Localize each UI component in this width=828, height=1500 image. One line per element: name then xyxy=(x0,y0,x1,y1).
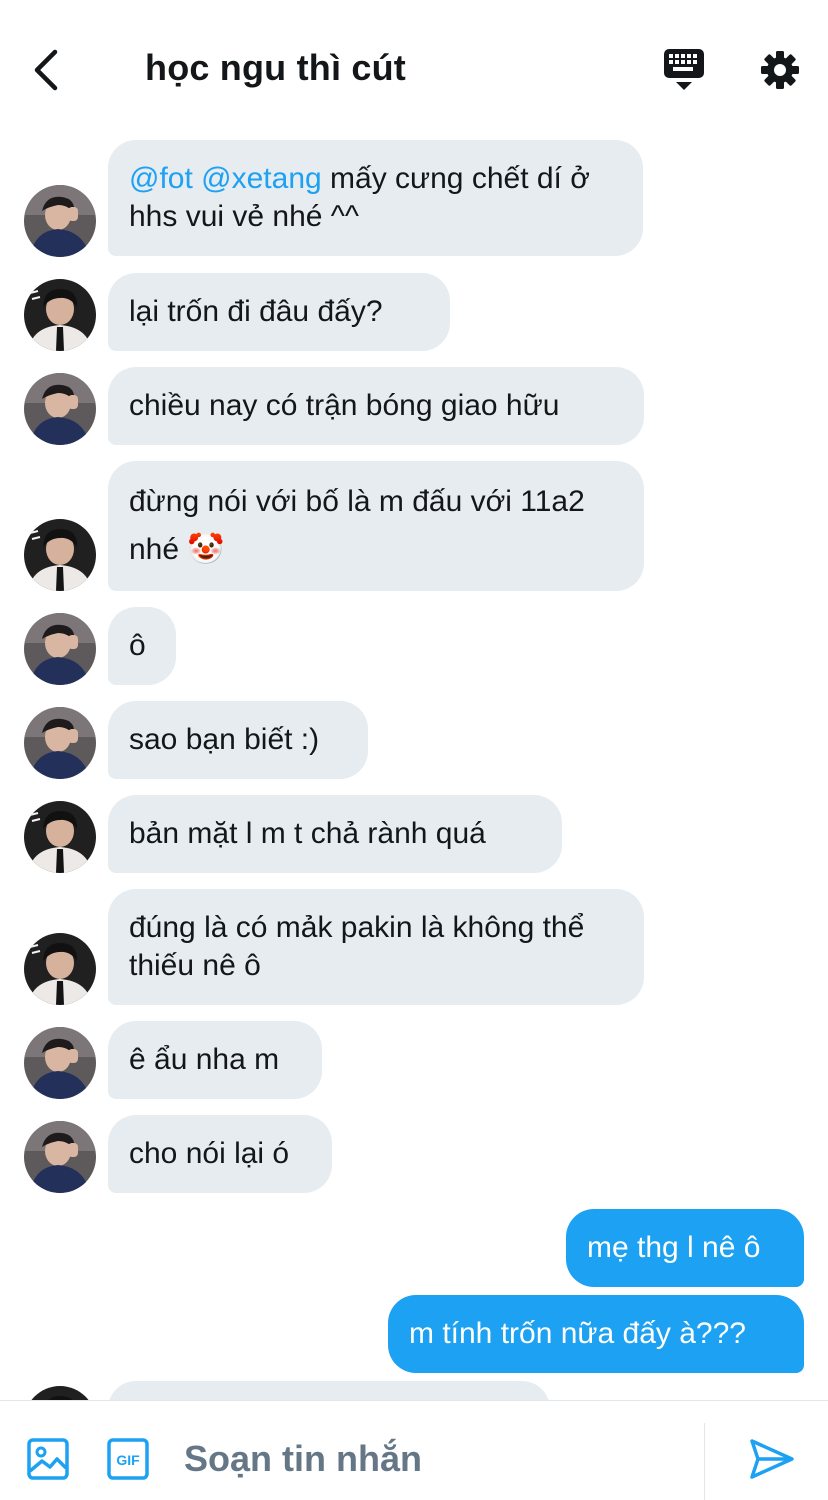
send-button[interactable] xyxy=(748,1437,796,1481)
message-bubble-outgoing[interactable]: m tính trốn nữa đấy à??? xyxy=(388,1295,804,1373)
message-bubble-incoming[interactable]: đừng nói với bố là m đấu với 11a2 nhé 🤡 xyxy=(108,461,644,591)
avatar[interactable] xyxy=(24,1121,96,1193)
settings-button[interactable] xyxy=(756,46,804,94)
conversation-title[interactable]: học ngu thì cút xyxy=(145,47,406,89)
divider xyxy=(704,1423,705,1500)
back-button[interactable] xyxy=(24,46,68,94)
message-bubble-incoming[interactable]: ê ẩu nha m xyxy=(108,1021,322,1099)
chevron-left-icon xyxy=(34,49,58,91)
send-icon xyxy=(750,1439,794,1479)
message-bubble-incoming[interactable]: bản mặt l m t chả rành quá xyxy=(108,795,562,873)
avatar[interactable] xyxy=(24,519,96,591)
mention-link[interactable]: @xetang xyxy=(201,162,322,195)
message-bubble-incoming[interactable]: @fot @xetang mấy cưng chết dí ở hhs vui … xyxy=(108,140,643,256)
message-text: mẹ thg l nê ô xyxy=(587,1231,761,1264)
mention-link[interactable]: @fot xyxy=(129,162,193,195)
keyboard-button[interactable] xyxy=(660,48,708,94)
gear-icon xyxy=(761,51,799,89)
message-bubble-incoming[interactable] xyxy=(108,1381,550,1400)
avatar[interactable] xyxy=(24,613,96,685)
message-thread[interactable]: @fot @xetang mấy cưng chết dí ở hhs vui … xyxy=(0,130,828,1400)
message-text: chiều nay có trận bóng giao hữu xyxy=(129,389,560,422)
message-text: bản mặt l m t chả rành quá xyxy=(129,817,486,850)
message-text: đừng nói với bố là m đấu với 11a2 nhé 🤡 xyxy=(129,485,585,566)
message-bubble-incoming[interactable]: cho nói lại ó xyxy=(108,1115,332,1193)
message-bubble-outgoing[interactable]: mẹ thg l nê ô xyxy=(566,1209,804,1287)
keyboard-icon xyxy=(664,49,704,90)
image-icon xyxy=(27,1438,69,1480)
message-text: lại trốn đi đâu đấy? xyxy=(129,295,383,328)
message-text: ô xyxy=(129,629,146,662)
message-text: cho nói lại ó xyxy=(129,1137,290,1170)
compose-bar: GIF xyxy=(0,1400,828,1500)
message-text: đúng là có mảk pakin là không thể thiếu … xyxy=(129,911,585,982)
avatar[interactable] xyxy=(24,1027,96,1099)
avatar[interactable] xyxy=(24,933,96,1005)
message-bubble-incoming[interactable]: sao bạn biết :) xyxy=(108,701,368,779)
add-gif-button[interactable]: GIF xyxy=(106,1437,150,1481)
avatar[interactable] xyxy=(24,185,96,257)
avatar[interactable] xyxy=(24,279,96,351)
avatar[interactable] xyxy=(24,373,96,445)
message-bubble-incoming[interactable]: lại trốn đi đâu đấy? xyxy=(108,273,450,351)
avatar[interactable] xyxy=(24,801,96,873)
gif-icon: GIF xyxy=(107,1438,149,1480)
message-text: m tính trốn nữa đấy à??? xyxy=(409,1317,746,1350)
add-media-button[interactable] xyxy=(26,1437,70,1481)
message-input[interactable] xyxy=(184,1433,684,1485)
conversation-header: học ngu thì cút xyxy=(0,0,828,130)
message-bubble-incoming[interactable]: chiều nay có trận bóng giao hữu xyxy=(108,367,644,445)
message-bubble-incoming[interactable]: đúng là có mảk pakin là không thể thiếu … xyxy=(108,889,644,1005)
gif-label: GIF xyxy=(116,1452,140,1468)
message-text: sao bạn biết :) xyxy=(129,723,320,756)
avatar[interactable] xyxy=(24,1386,96,1400)
message-text: ê ẩu nha m xyxy=(129,1043,280,1076)
message-bubble-incoming[interactable]: ô xyxy=(108,607,176,685)
message-text: mấy cưng chết dí ở hhs vui vẻ nhé ^^ xyxy=(129,162,590,233)
avatar[interactable] xyxy=(24,707,96,779)
